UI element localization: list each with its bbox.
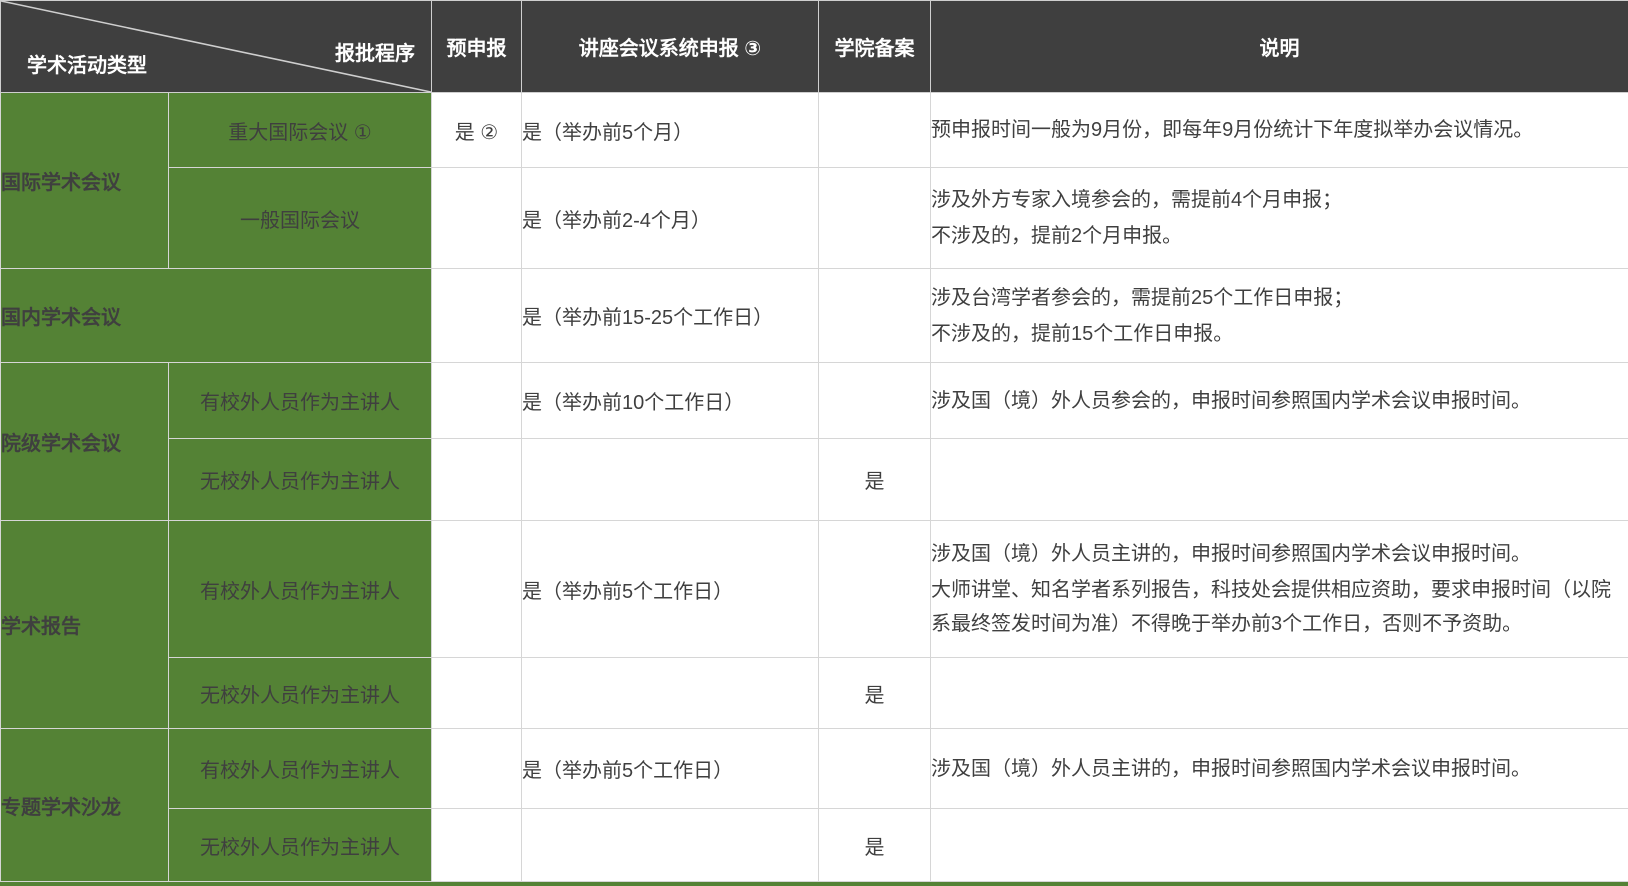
category-cell-domestic: 国内学术会议	[0, 268, 432, 363]
note-cell: 涉及台湾学者参会的，需提前25个工作日申报； 不涉及的，提前15个工作日申报。	[930, 268, 1628, 363]
table-row: 无校外人员作为主讲人 是	[1, 657, 1628, 729]
pre-application-cell	[431, 362, 522, 439]
table-row: 学术报告 有校外人员作为主讲人 是（举办前5个工作日） 涉及国（境）外人员主讲的…	[0, 520, 1628, 729]
table-row: 院级学术会议 有校外人员作为主讲人 是（举办前10个工作日） 涉及国（境）外人员…	[0, 362, 1628, 521]
note-line: 涉及国（境）外人员参会的，申报时间参照国内学术会议申报时间。	[931, 389, 1532, 412]
note-line: 不涉及的，提前15个工作日申报。	[931, 322, 1234, 345]
note-line: 预申报时间一般为9月份，即每年9月份统计下年度拟举办会议情况。	[931, 119, 1534, 141]
pre-application-cell	[431, 728, 522, 809]
table-row: 无校外人员作为主讲人 是	[1, 438, 1628, 521]
note-cell: 涉及国（境）外人员主讲的，申报时间参照国内学术会议申报时间。 大师讲堂、知名学者…	[930, 520, 1628, 658]
college-filing-cell	[818, 92, 931, 168]
subcategory-cell: 一般国际会议	[168, 167, 432, 269]
note-cell: 预申报时间一般为9月份，即每年9月份统计下年度拟举办会议情况。	[930, 92, 1628, 168]
system-application-cell: 是（举办前5个工作日）	[521, 520, 819, 658]
approval-procedure-page: 报批程序 学术活动类型 预申报 讲座会议系统申报 ③ 学院备案 说明 国际学术会…	[0, 0, 1628, 886]
table-bottom-edge	[0, 882, 1628, 886]
system-application-cell: 是（举办前5个月）	[521, 92, 819, 168]
header-notes: 说明	[930, 0, 1628, 93]
pre-application-cell	[431, 268, 522, 363]
note-line: 涉及国（境）外人员主讲的，申报时间参照国内学术会议申报时间。	[931, 757, 1532, 780]
subcategory-cell: 有校外人员作为主讲人	[168, 520, 432, 658]
corner-label-activity-type: 学术活动类型	[27, 55, 147, 77]
pre-application-cell	[431, 808, 522, 882]
header-system-application: 讲座会议系统申报 ③	[521, 0, 819, 93]
subcategory-cell: 无校外人员作为主讲人	[168, 438, 432, 521]
college-filing-cell: 是	[818, 657, 931, 729]
system-application-cell	[521, 438, 819, 521]
note-line: 涉及台湾学者参会的，需提前25个工作日申报；	[931, 286, 1354, 309]
system-application-cell: 是（举办前15-25个工作日）	[521, 268, 819, 363]
note-cell	[930, 808, 1628, 882]
note-cell	[930, 657, 1628, 729]
pre-application-cell	[431, 438, 522, 521]
category-cell-academic-salon: 专题学术沙龙	[0, 728, 169, 882]
header-pre-application: 预申报	[431, 0, 522, 93]
subcategory-cell: 有校外人员作为主讲人	[168, 728, 432, 809]
corner-label-procedure: 报批程序	[335, 43, 415, 65]
table-row: 专题学术沙龙 有校外人员作为主讲人 是（举办前5个工作日） 涉及国（境）外人员主…	[0, 728, 1628, 882]
category-cell-academic-report: 学术报告	[0, 520, 169, 729]
table-row: 国内学术会议 是（举办前15-25个工作日） 涉及台湾学者参会的，需提前25个工…	[0, 268, 1628, 363]
category-cell-college-level: 院级学术会议	[0, 362, 169, 521]
system-application-cell: 是（举办前2-4个月）	[521, 167, 819, 269]
note-line: 大师讲堂、知名学者系列报告，科技处会提供相应资助，要求申报时间（以院系最终签发时…	[931, 579, 1612, 635]
pre-application-cell	[431, 167, 522, 269]
subcategory-cell: 重大国际会议 ①	[168, 92, 432, 168]
header-college-filing: 学院备案	[818, 0, 931, 93]
note-cell: 涉及国（境）外人员主讲的，申报时间参照国内学术会议申报时间。	[930, 728, 1628, 809]
college-filing-cell: 是	[818, 808, 931, 882]
table-row: 一般国际会议 是（举办前2-4个月） 涉及外方专家入境参会的，需提前4个月申报；…	[1, 167, 1628, 269]
approval-procedure-table: 报批程序 学术活动类型 预申报 讲座会议系统申报 ③ 学院备案 说明 国际学术会…	[0, 0, 1628, 882]
college-filing-cell	[818, 167, 931, 269]
system-application-cell	[521, 808, 819, 882]
note-line: 涉及外方专家入境参会的，需提前4个月申报；	[931, 189, 1343, 211]
subcategory-cell: 有校外人员作为主讲人	[168, 362, 432, 439]
college-filing-cell	[818, 520, 931, 658]
note-cell	[930, 438, 1628, 521]
note-line: 不涉及的，提前2个月申报。	[931, 225, 1183, 247]
corner-header-cell: 报批程序 学术活动类型	[0, 0, 432, 93]
table-row: 无校外人员作为主讲人 是	[1, 808, 1628, 882]
system-application-cell	[521, 657, 819, 729]
note-cell: 涉及国（境）外人员参会的，申报时间参照国内学术会议申报时间。	[930, 362, 1628, 439]
header-row: 报批程序 学术活动类型 预申报 讲座会议系统申报 ③ 学院备案 说明	[0, 0, 1628, 93]
table-row: 国际学术会议 重大国际会议 ① 是 ② 是（举办前5个月） 预申报时间一般为9月…	[0, 92, 1628, 269]
college-filing-cell: 是	[818, 438, 931, 521]
pre-application-cell	[431, 520, 522, 658]
category-cell-international: 国际学术会议	[0, 92, 169, 269]
college-filing-cell	[818, 728, 931, 809]
college-filing-cell	[818, 362, 931, 439]
note-cell: 涉及外方专家入境参会的，需提前4个月申报； 不涉及的，提前2个月申报。	[930, 167, 1628, 269]
subcategory-cell: 无校外人员作为主讲人	[168, 808, 432, 882]
system-application-cell: 是（举办前5个工作日）	[521, 728, 819, 809]
subcategory-cell: 无校外人员作为主讲人	[168, 657, 432, 729]
pre-application-cell: 是 ②	[431, 92, 522, 168]
note-line: 涉及国（境）外人员主讲的，申报时间参照国内学术会议申报时间。	[931, 543, 1532, 565]
system-application-cell: 是（举办前10个工作日）	[521, 362, 819, 439]
pre-application-cell	[431, 657, 522, 729]
college-filing-cell	[818, 268, 931, 363]
